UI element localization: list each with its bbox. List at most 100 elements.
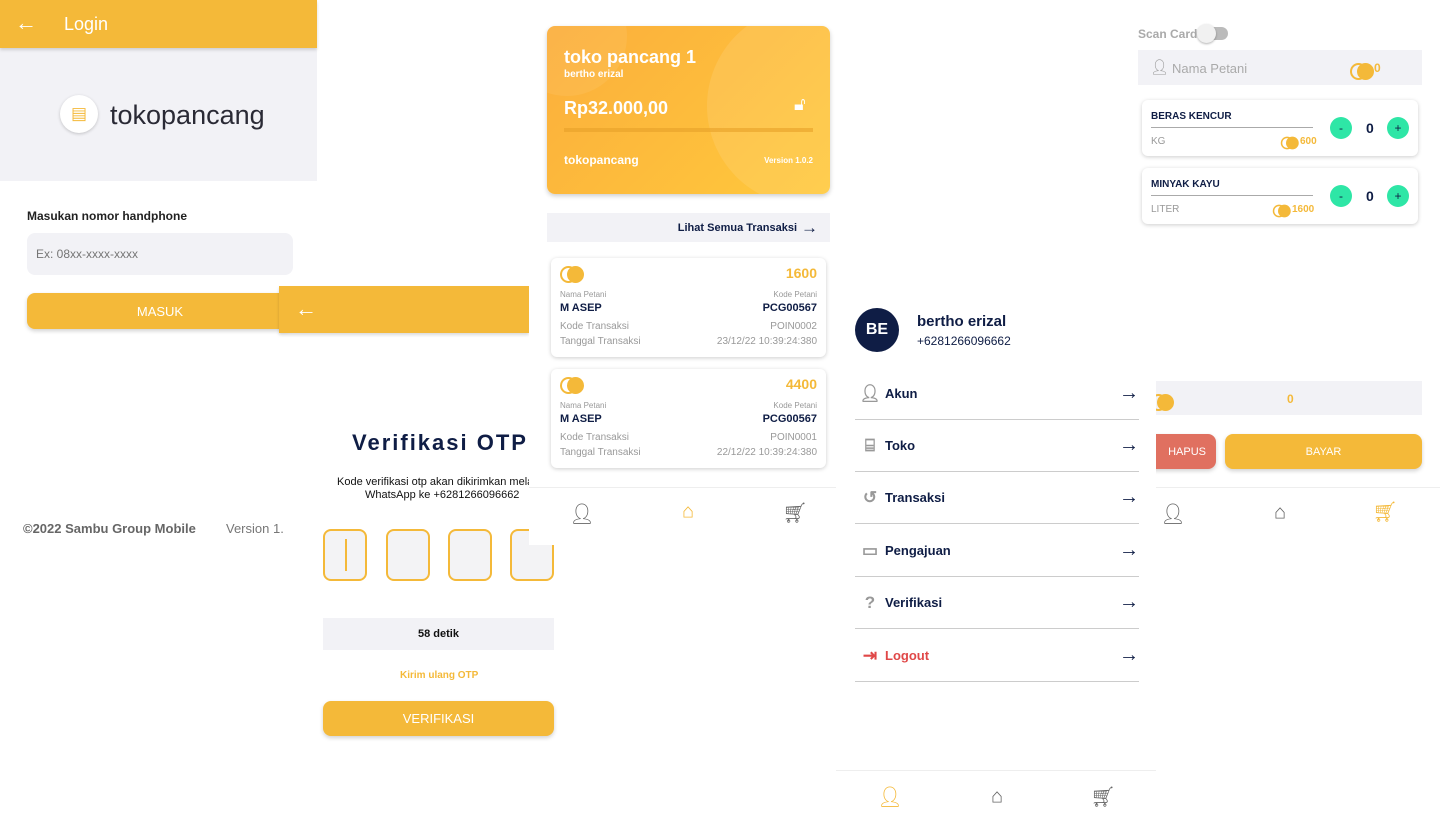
nav-home-icon[interactable]: ⌂ bbox=[991, 786, 1003, 809]
see-all-label: Lihat Semua Transaksi bbox=[677, 221, 797, 234]
arrow-right-icon: → bbox=[1119, 539, 1139, 561]
balance-card: toko pancang 1 bertho erizal Rp32.000,00… bbox=[547, 26, 830, 194]
back-arrow-icon[interactable]: ← bbox=[15, 10, 37, 36]
menu-item-pengajuan[interactable]: ▭ Pengajuan → bbox=[855, 525, 1139, 577]
otp-description-line2: WhatsApp ke +6281266096662 bbox=[365, 489, 520, 501]
nav-profile-icon[interactable]: 👤︎ bbox=[569, 502, 594, 527]
menu-label: Pengajuan bbox=[885, 543, 951, 558]
verify-button[interactable]: VERIFIKASI bbox=[323, 701, 554, 736]
tx-date: 22/12/22 10:39:24:380 bbox=[716, 447, 817, 458]
total-points: 0 bbox=[1287, 392, 1294, 406]
menu-label: Transaksi bbox=[885, 490, 945, 505]
decrease-button[interactable]: - bbox=[1330, 117, 1352, 139]
arrow-right-icon: → bbox=[1119, 591, 1139, 613]
logo-banner: ▤ tokopancang bbox=[0, 48, 317, 181]
menu-label: Verifikasi bbox=[885, 595, 943, 610]
farmer-name: M ASEP bbox=[560, 413, 602, 425]
nav-cart-icon[interactable]: 🛒︎ bbox=[782, 501, 807, 526]
person-icon: 👤︎ bbox=[1150, 59, 1170, 76]
farmer-label: Nama Petani bbox=[560, 401, 607, 410]
version-text: Version 1. bbox=[226, 521, 284, 536]
product-item: MINYAK KAYU LITER 1600 - 0 + bbox=[1142, 168, 1418, 224]
menu-item-akun[interactable]: 👤︎ Akun → bbox=[855, 368, 1139, 420]
otp-digit-3[interactable] bbox=[448, 529, 492, 581]
farmer-code-label: Kode Petani bbox=[773, 290, 817, 299]
product-name: BERAS KENCUR bbox=[1151, 111, 1232, 122]
login-button[interactable]: MASUK bbox=[27, 293, 293, 329]
app-version: Version 1.0.2 bbox=[764, 156, 813, 165]
increase-button[interactable]: + bbox=[1387, 117, 1409, 139]
scan-card-label: Scan Card bbox=[1138, 27, 1198, 41]
increase-button[interactable]: + bbox=[1387, 185, 1409, 207]
coin-icon bbox=[1350, 63, 1374, 81]
history-icon: ↺ bbox=[862, 487, 878, 507]
coin-icon bbox=[1272, 204, 1291, 218]
transaction-card[interactable]: 4400 Nama Petani Kode Petani M ASEP PCG0… bbox=[551, 369, 826, 468]
tx-code: POIN0002 bbox=[770, 321, 817, 332]
nav-home-icon[interactable]: ⌂ bbox=[1274, 502, 1286, 525]
logout-icon: ⇥ bbox=[862, 645, 878, 665]
back-arrow-icon[interactable]: ← bbox=[295, 296, 317, 322]
menu-item-transaksi[interactable]: ↺ Transaksi → bbox=[855, 472, 1139, 524]
coin-icon bbox=[1280, 136, 1299, 150]
otp-timer: 58 detik bbox=[323, 618, 554, 650]
resend-otp-link[interactable]: Kirim ulang OTP bbox=[400, 670, 478, 681]
nav-profile-icon[interactable]: 👤︎ bbox=[1160, 502, 1185, 527]
otp-title: Verifikasi OTP bbox=[352, 430, 528, 455]
profile-phone: +6281266096662 bbox=[917, 334, 1011, 348]
arrow-right-icon: → bbox=[1119, 486, 1139, 508]
cash-register-icon: ▤ bbox=[60, 95, 98, 133]
transaction-card[interactable]: 1600 Nama Petani Kode Petani M ASEP PCG0… bbox=[551, 258, 826, 357]
farmer-name-field[interactable]: 👤︎ Nama Petani 0 bbox=[1138, 50, 1422, 85]
product-price: 600 bbox=[1300, 136, 1317, 148]
brand-name: tokopancang bbox=[564, 153, 639, 167]
quantity: 0 bbox=[1366, 120, 1374, 136]
copyright-text: ©2022 Sambu Group Mobile bbox=[23, 521, 196, 536]
menu-item-verifikasi[interactable]: ? Verifikasi → bbox=[855, 577, 1139, 629]
avatar: BE bbox=[855, 308, 899, 352]
product-unit: KG bbox=[1151, 136, 1166, 147]
store-name: toko pancang 1 bbox=[564, 47, 697, 67]
menu-label: Logout bbox=[885, 648, 930, 663]
phone-label: Masukan nomor handphone bbox=[27, 209, 188, 223]
coin-icon bbox=[560, 266, 584, 283]
login-header: ← Login bbox=[0, 0, 317, 48]
phone-input[interactable] bbox=[27, 233, 293, 275]
person-icon: 👤︎ bbox=[859, 383, 881, 403]
menu-label: Akun bbox=[885, 386, 918, 401]
farmer-label: Nama Petani bbox=[560, 290, 607, 299]
arrow-right-icon: → bbox=[1119, 434, 1139, 456]
credit-card-icon: ▭ bbox=[861, 540, 879, 560]
tx-date: 23/12/22 10:39:24:380 bbox=[716, 336, 817, 347]
total-bar: 0 bbox=[1150, 381, 1422, 415]
points: 4400 bbox=[785, 376, 817, 392]
store-icon: ⌸ bbox=[864, 435, 876, 455]
scan-card-toggle[interactable] bbox=[1197, 24, 1228, 43]
tx-code: POIN0001 bbox=[770, 432, 817, 443]
product-name: MINYAK KAYU bbox=[1151, 179, 1220, 190]
menu-item-toko[interactable]: ⌸ Toko → bbox=[855, 420, 1139, 472]
tx-code-label: Kode Transaksi bbox=[560, 321, 629, 332]
owner-name: bertho erizal bbox=[564, 69, 624, 80]
see-all-transactions-link[interactable]: Lihat Semua Transaksi → bbox=[547, 213, 830, 242]
question-icon: ? bbox=[864, 592, 876, 612]
nav-profile-icon[interactable]: 👤︎ bbox=[877, 785, 902, 810]
nav-home-icon[interactable]: ⌂ bbox=[682, 501, 694, 524]
pay-button[interactable]: BAYAR bbox=[1225, 434, 1422, 469]
decrease-button[interactable]: - bbox=[1330, 185, 1352, 207]
otp-digit-2[interactable] bbox=[386, 529, 430, 581]
product-price: 1600 bbox=[1292, 204, 1315, 216]
arrow-right-icon: → bbox=[1119, 382, 1139, 404]
nav-cart-icon[interactable]: 🛒︎ bbox=[1372, 500, 1397, 525]
balance-amount: Rp32.000,00 bbox=[564, 98, 669, 118]
nav-cart-icon[interactable]: 🛒︎ bbox=[1090, 785, 1115, 810]
arrow-right-icon: → bbox=[801, 217, 818, 237]
logo-text: tokopancang bbox=[110, 100, 265, 130]
coin-icon bbox=[560, 377, 584, 394]
unlock-icon[interactable]: 🔓︎ bbox=[794, 94, 806, 115]
farmer-code: PCG00567 bbox=[762, 413, 817, 425]
menu-label: Toko bbox=[885, 438, 916, 453]
otp-digit-1[interactable] bbox=[323, 529, 367, 581]
profile-name: bertho erizal bbox=[917, 313, 1007, 330]
menu-item-logout[interactable]: ⇥ Logout → bbox=[855, 630, 1139, 682]
